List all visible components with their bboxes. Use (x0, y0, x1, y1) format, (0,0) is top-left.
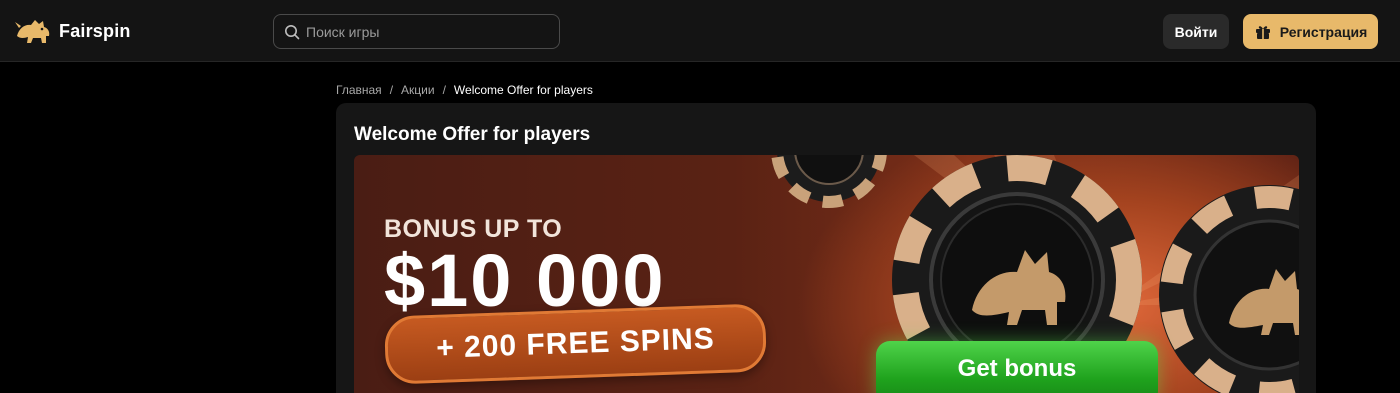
breadcrumb-current: Welcome Offer for players (453, 83, 593, 97)
search-box[interactable] (273, 14, 560, 49)
gift-icon (1255, 25, 1270, 39)
top-header: Fairspin Войти Регистрация (0, 0, 1400, 62)
promo-banner[interactable]: BONUS UP TO $10 000 + 200 FREE SPINS Get… (354, 155, 1299, 393)
register-button[interactable]: Регистрация (1243, 14, 1378, 49)
brand-name: Fairspin (59, 20, 131, 41)
breadcrumb: Главная / Акции / Welcome Offer for play… (336, 82, 593, 98)
free-spins-badge: + 200 FREE SPINS (383, 303, 768, 385)
login-label: Войти (1174, 23, 1218, 40)
poker-chip-small (771, 155, 887, 208)
page-title: Welcome Offer for players (354, 124, 591, 145)
breadcrumb-home[interactable]: Главная (336, 83, 382, 97)
logo[interactable]: Fairspin (13, 14, 131, 48)
breadcrumb-separator: / (442, 83, 446, 97)
breadcrumb-separator: / (389, 83, 394, 97)
breadcrumb-promotions[interactable]: Акции (401, 83, 435, 97)
search-icon (285, 24, 300, 39)
poker-chip-right (1159, 185, 1299, 393)
search-input[interactable] (306, 23, 546, 40)
get-bonus-button[interactable]: Get bonus (876, 341, 1158, 393)
login-button[interactable]: Войти (1163, 14, 1229, 49)
promo-card: Welcome Offer for players BONUS UP TO $1… (336, 103, 1316, 393)
register-label: Регистрация (1279, 23, 1368, 40)
lion-logo-icon (15, 20, 50, 43)
